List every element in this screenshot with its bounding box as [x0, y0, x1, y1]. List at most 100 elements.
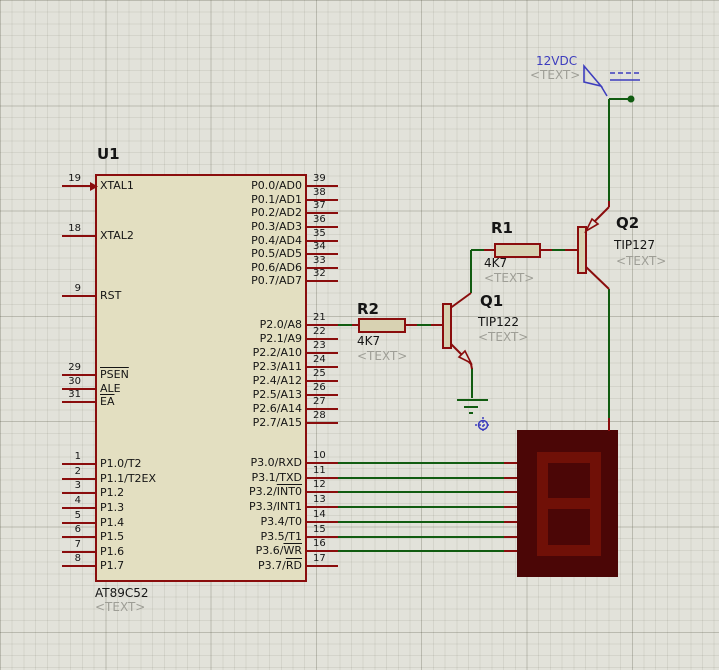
pin-8[interactable]: [62, 565, 95, 567]
pin-9-number: 9: [74, 283, 81, 294]
q1-emitter-pin-elbow[interactable]: [470, 363, 473, 370]
pin-16-number: 16: [313, 538, 326, 549]
pin-4-number: 4: [74, 495, 81, 506]
pin-13-number: 13: [313, 494, 326, 505]
pin-13-label: P3.3/INT1: [248, 500, 302, 513]
pin-32[interactable]: [307, 280, 338, 282]
pin-17[interactable]: [307, 565, 338, 567]
r1-refdes: R1: [491, 219, 513, 237]
pin-38-label: P0.1/AD1: [251, 193, 302, 206]
pin-31-number: 31: [68, 389, 81, 400]
pin-29-label: PSEN: [100, 369, 129, 381]
resistor-r2-body[interactable]: [358, 318, 406, 333]
pin-27-label: P2.6/A14: [252, 402, 302, 415]
pin-6[interactable]: [62, 536, 95, 538]
pin-1-label: P1.0/T2: [100, 457, 142, 470]
pin-2-label: P1.1/T2EX: [100, 472, 157, 485]
pin-14[interactable]: [307, 521, 338, 523]
pin-1-number: 1: [74, 451, 81, 462]
pin-23-label: P2.2/A10: [252, 346, 302, 359]
pin-9-label: RST: [100, 289, 122, 302]
pin-36-label: P0.3/AD3: [251, 220, 302, 233]
pin-11-label: P3.1/TXD: [251, 471, 302, 484]
pin-16[interactable]: [307, 550, 338, 552]
pin-10-number: 10: [313, 450, 326, 461]
pin-6-label: P1.5: [100, 530, 125, 543]
pin-27-number: 27: [313, 396, 326, 407]
pin-26-number: 26: [313, 382, 326, 393]
overline-text: RD: [285, 559, 302, 572]
pin-3[interactable]: [62, 492, 95, 494]
pin-6-number: 6: [74, 524, 81, 535]
pin-1[interactable]: [62, 463, 95, 465]
pin-24-label: P2.3/A11: [252, 360, 302, 373]
pin-22-label: P2.1/A9: [259, 332, 302, 345]
pin-11-number: 11: [313, 465, 326, 476]
pin-4[interactable]: [62, 507, 95, 509]
pin-3-label: P1.2: [100, 486, 125, 499]
dc-power-terminal-lead[interactable]: [600, 85, 608, 97]
pin-22-number: 22: [313, 326, 326, 337]
power-net-label: 12VDC: [536, 54, 578, 68]
pin-5-label: P1.4: [100, 516, 125, 529]
u1-refdes: U1: [97, 145, 120, 163]
pin-5-number: 5: [74, 510, 81, 521]
pin-21-number: 21: [313, 312, 326, 323]
q2-collector-pin[interactable]: [584, 265, 610, 290]
pin-16-label: P3.6/WR: [255, 544, 302, 557]
pin-35-label: P0.4/AD4: [251, 234, 302, 247]
pin-14-number: 14: [313, 509, 326, 520]
q2-refdes: Q2: [616, 214, 640, 232]
pin-31[interactable]: [62, 401, 95, 403]
pin-37-number: 37: [313, 200, 326, 211]
pin-18-label: XTAL2: [100, 229, 134, 242]
q1-collector-pin[interactable]: [448, 292, 472, 310]
pin-28-label: P2.7/A15: [252, 416, 302, 429]
power-placeholder: <TEXT>: [530, 68, 581, 82]
pin-8-label: P1.7: [100, 559, 125, 572]
pin-33-number: 33: [313, 255, 326, 266]
pin-4-label: P1.3: [100, 501, 125, 514]
pin-12-label: P3.2/INT0: [248, 485, 302, 498]
q2-emitter-pin-b[interactable]: [594, 206, 610, 222]
transistor-q1-base-bar[interactable]: [442, 303, 452, 349]
r2-value: 4K7: [357, 334, 381, 348]
pin-39-label: P0.0/AD0: [251, 179, 302, 192]
pin-26-label: P2.5/A13: [252, 388, 302, 401]
overline-text: INT0: [276, 485, 302, 498]
pin-25-number: 25: [313, 368, 326, 379]
dc-power-terminal-icon[interactable]: [583, 63, 604, 88]
pin-7-number: 7: [74, 539, 81, 550]
pin-29-number: 29: [68, 362, 81, 373]
pin-12[interactable]: [307, 491, 338, 493]
pin-18[interactable]: [62, 235, 95, 237]
pin-18-number: 18: [68, 223, 81, 234]
q2-placeholder: <TEXT>: [616, 254, 667, 268]
r1-value: 4K7: [484, 256, 508, 270]
pin-9[interactable]: [62, 295, 95, 297]
pin-19[interactable]: [62, 185, 95, 187]
pin-34-label: P0.5/AD5: [251, 247, 302, 260]
pin-7-label: P1.6: [100, 545, 125, 558]
junction-dot[interactable]: [627, 95, 635, 103]
schematic-sheet[interactable]: U1 AT89C52 <TEXT> R2 4K7 <TEXT> R1 4K7 <…: [0, 0, 719, 670]
pin-10[interactable]: [307, 462, 338, 464]
pin-32-label: P0.7/AD7: [251, 274, 302, 287]
q1-placeholder: <TEXT>: [478, 330, 529, 344]
pin-10-label: P3.0/RXD: [250, 456, 302, 469]
pin-12-number: 12: [313, 479, 326, 490]
transistor-q2-base-bar[interactable]: [577, 226, 587, 274]
pin-24-number: 24: [313, 354, 326, 365]
r1-placeholder: <TEXT>: [484, 271, 535, 285]
u1-value: AT89C52: [95, 586, 149, 600]
r2-refdes: R2: [357, 300, 379, 318]
pin-19-label: XTAL1: [100, 179, 134, 192]
q2-value: TIP127: [614, 238, 656, 252]
pin-3-number: 3: [74, 480, 81, 491]
pin-38-number: 38: [313, 187, 326, 198]
q1-value: TIP122: [478, 315, 520, 329]
pin-28[interactable]: [307, 422, 338, 424]
pin-13[interactable]: [307, 506, 338, 508]
overline-text: WR: [283, 544, 302, 557]
q1-refdes: Q1: [480, 292, 504, 310]
